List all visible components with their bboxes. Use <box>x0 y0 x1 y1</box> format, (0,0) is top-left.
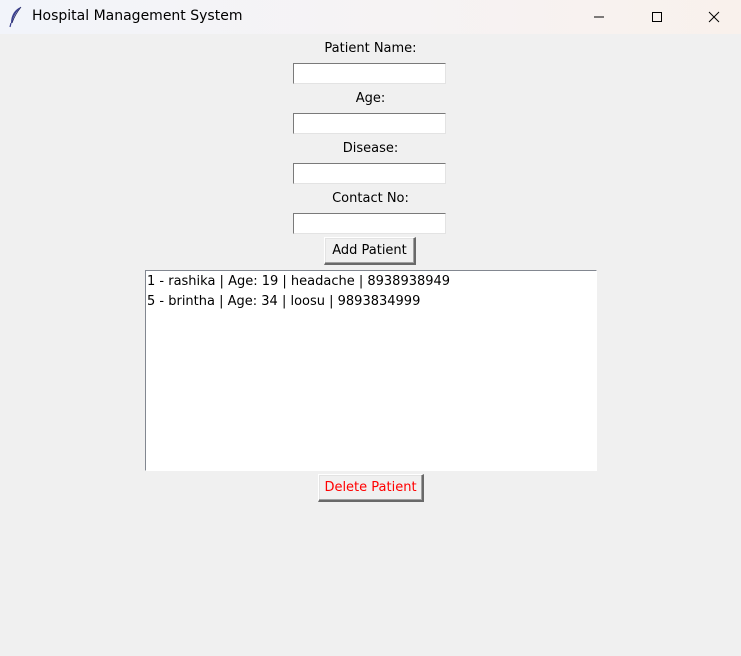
patient-list-item[interactable]: 1 - rashika | Age: 19 | headache | 89389… <box>147 272 596 292</box>
patient-name-label: Patient Name: <box>324 41 417 56</box>
contact-input[interactable] <box>293 213 446 234</box>
title-bar[interactable]: Hospital Management System <box>0 0 741 34</box>
patient-list-item[interactable]: 5 - brintha | Age: 34 | loosu | 98938349… <box>147 292 596 312</box>
patient-listbox[interactable]: 1 - rashika | Age: 19 | headache | 89389… <box>145 270 597 471</box>
add-patient-button[interactable]: Add Patient <box>324 237 416 265</box>
delete-patient-button[interactable]: Delete Patient <box>318 474 424 502</box>
age-input[interactable] <box>293 113 446 134</box>
minimize-icon <box>593 8 605 27</box>
patient-name-input[interactable] <box>293 63 446 84</box>
disease-input[interactable] <box>293 163 446 184</box>
age-label: Age: <box>355 91 386 106</box>
minimize-button[interactable] <box>570 0 628 34</box>
disease-label: Disease: <box>342 141 399 156</box>
close-icon <box>708 8 720 27</box>
window-title: Hospital Management System <box>32 8 243 24</box>
maximize-icon <box>651 8 663 27</box>
close-button[interactable] <box>686 0 741 34</box>
feather-icon <box>8 6 24 28</box>
contact-label: Contact No: <box>332 191 409 206</box>
app-window: Hospital Management System Patient Name:… <box>0 0 741 656</box>
maximize-button[interactable] <box>628 0 686 34</box>
